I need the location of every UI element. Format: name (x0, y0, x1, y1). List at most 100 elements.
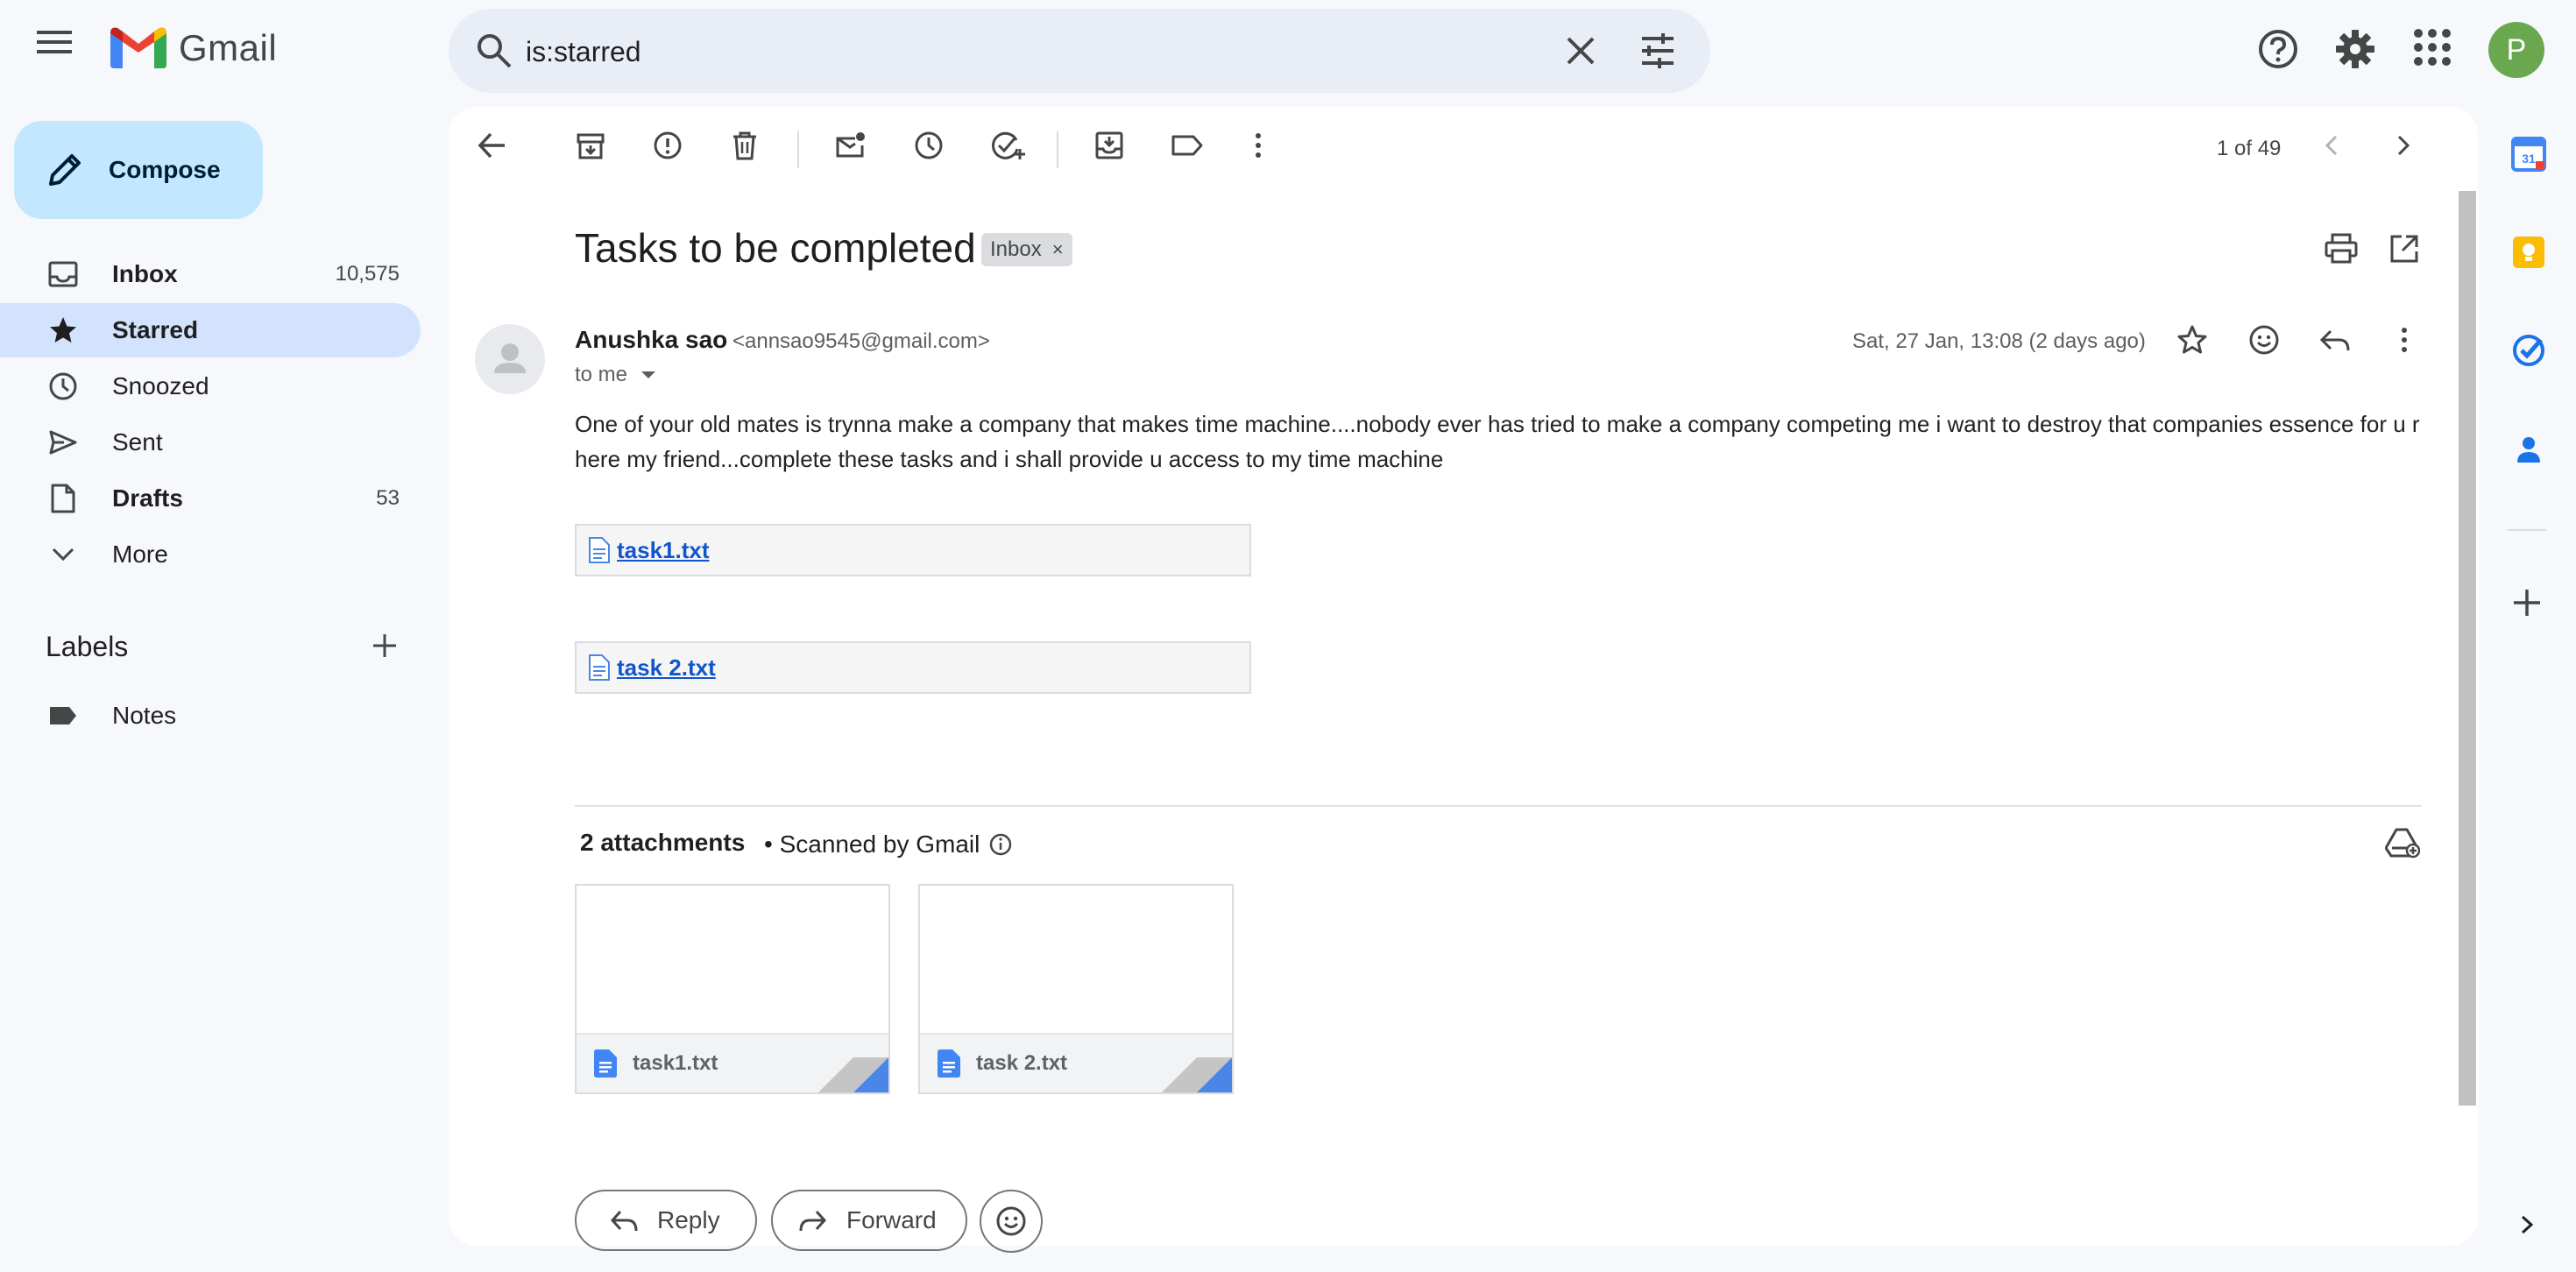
open-in-new-icon (2390, 235, 2418, 263)
tasks-icon (2513, 335, 2544, 366)
sidebar-item-sent[interactable]: Sent (0, 415, 421, 470)
arrow-back-icon (478, 132, 505, 159)
emoji-icon (2249, 325, 2279, 355)
google-apps-button[interactable] (2413, 28, 2452, 67)
back-button[interactable] (477, 130, 508, 161)
sidebar-item-drafts[interactable]: Drafts 53 (0, 471, 421, 526)
reply-icon (2319, 329, 2350, 351)
sidebar-label-notes[interactable]: Notes (0, 689, 421, 743)
reply-button[interactable]: Reply (575, 1190, 757, 1251)
inline-attachment[interactable]: task1.txt (575, 524, 1251, 576)
mark-unread-button[interactable] (834, 130, 866, 161)
older-button[interactable] (2390, 130, 2415, 161)
unread-count: 10,575 (335, 262, 400, 286)
recipient-details-toggle[interactable]: to me (575, 363, 657, 387)
calendar-app-button[interactable]: 31 (2511, 137, 2546, 172)
archive-button[interactable] (575, 130, 606, 161)
attachment-card[interactable]: task 2.txt (918, 884, 1234, 1094)
scrollbar[interactable] (2459, 191, 2476, 1106)
sidebar-item-more[interactable]: More (0, 527, 421, 582)
archive-icon (577, 133, 605, 159)
send-icon (49, 430, 77, 455)
print-all-button[interactable] (2324, 233, 2359, 265)
delete-button[interactable] (729, 130, 761, 161)
plus-icon (373, 634, 396, 657)
move-to-button[interactable] (1093, 130, 1125, 161)
email-subject: Tasks to be completed (575, 225, 976, 271)
inbox-label-chip[interactable]: Inbox × (981, 233, 1072, 266)
message-more-button[interactable] (2388, 324, 2420, 356)
contacts-app-button[interactable] (2511, 433, 2546, 468)
open-in-new-window-button[interactable] (2388, 233, 2420, 265)
get-addons-button[interactable] (2511, 587, 2543, 618)
emoji-icon (996, 1206, 1026, 1236)
add-task-icon (992, 131, 1025, 159)
sidebar-item-snoozed[interactable]: Snoozed (0, 359, 421, 413)
sidebar-item-starred[interactable]: Starred (0, 303, 421, 357)
info-icon[interactable] (988, 832, 1013, 857)
attachment-link[interactable]: task 2.txt (617, 654, 716, 682)
keep-icon (2513, 237, 2544, 268)
tasks-app-button[interactable] (2511, 333, 2546, 368)
keep-app-button[interactable] (2511, 235, 2546, 270)
reply-button-header[interactable] (2318, 324, 2353, 356)
trash-icon (733, 131, 756, 160)
sidebar-item-label: Inbox (112, 260, 178, 287)
add-to-tasks-button[interactable] (990, 130, 1025, 161)
compose-button[interactable]: Compose (14, 121, 263, 219)
mark-unread-icon (836, 132, 865, 158)
snooze-button[interactable] (913, 130, 945, 161)
sender-email: <annsao9545@gmail.com> (732, 329, 990, 353)
search-button[interactable] (475, 32, 513, 70)
apps-grid-icon (2414, 29, 2451, 66)
sender-name[interactable]: Anushka sao (575, 326, 727, 354)
star-toggle[interactable] (2176, 324, 2208, 356)
clock-icon (915, 131, 943, 159)
search-bar[interactable] (449, 9, 1710, 93)
sender-avatar[interactable] (475, 324, 545, 394)
sidebar-item-label: Notes (112, 702, 177, 729)
attachment-link[interactable]: task1.txt (617, 537, 710, 564)
pencil-icon (49, 154, 81, 186)
star-outline-icon (2177, 325, 2207, 354)
more-vert-icon (2402, 328, 2407, 352)
clear-search-button[interactable] (1561, 32, 1600, 70)
sidebar-item-inbox[interactable]: Inbox 10,575 (0, 247, 421, 301)
svg-text:31: 31 (2522, 152, 2536, 166)
inbox-icon (48, 261, 78, 287)
clock-icon (49, 372, 77, 400)
forward-button[interactable]: Forward (771, 1190, 967, 1251)
labels-button[interactable] (1171, 130, 1204, 161)
create-label-button[interactable] (372, 632, 398, 659)
inline-attachment[interactable]: task 2.txt (575, 641, 1251, 694)
tune-icon (1642, 33, 1674, 68)
search-input[interactable] (524, 25, 1456, 79)
attachment-card[interactable]: task1.txt (575, 884, 890, 1094)
reply-icon (610, 1210, 638, 1232)
emoji-reaction-button[interactable] (980, 1190, 1043, 1253)
support-button[interactable] (2257, 28, 2299, 70)
email-body-line: here my friend...complete these tasks an… (575, 446, 1444, 472)
remove-label-icon[interactable]: × (1052, 238, 1064, 261)
plus-icon (2514, 590, 2540, 616)
main-menu-button[interactable] (37, 28, 89, 74)
newer-button[interactable] (2320, 130, 2345, 161)
search-options-button[interactable] (1638, 32, 1677, 70)
sidebar-item-label: Sent (112, 428, 163, 456)
add-reaction-button[interactable] (2248, 324, 2280, 356)
account-avatar[interactable]: P (2488, 22, 2544, 78)
help-icon (2259, 30, 2297, 68)
reply-label: Reply (657, 1206, 720, 1233)
settings-button[interactable] (2334, 28, 2376, 70)
calendar-icon: 31 (2511, 137, 2546, 172)
app-name: Gmail (179, 27, 278, 68)
report-spam-button[interactable] (652, 130, 683, 161)
show-side-panel-button[interactable] (2516, 1212, 2537, 1237)
gmail-logo[interactable]: Gmail (110, 26, 277, 70)
save-all-to-drive-button[interactable] (2385, 827, 2420, 859)
compose-label: Compose (109, 156, 221, 183)
email-date: Sat, 27 Jan, 13:08 (2 days ago) (1852, 329, 2146, 353)
chevron-right-icon (2521, 1215, 2534, 1234)
document-icon (594, 1049, 617, 1078)
more-options-button[interactable] (1242, 130, 1274, 161)
